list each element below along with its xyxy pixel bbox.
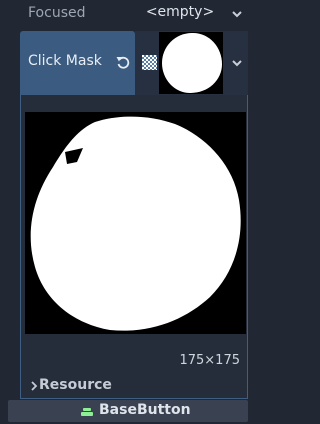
class-section-basebutton[interactable]: BaseButton (8, 400, 248, 422)
bitmap-preview (25, 112, 246, 334)
click-mask-thumbnail[interactable] (159, 32, 223, 94)
focused-resource-picker[interactable]: <empty> (140, 4, 220, 20)
bitmap-resource-editor: 175×175 Resource (20, 95, 248, 399)
resource-section-label: Resource (39, 377, 112, 393)
basebutton-icon (81, 408, 93, 416)
property-label-focused: Focused (28, 5, 86, 21)
chevron-down-icon[interactable] (231, 57, 243, 69)
inspector-panel: Focused <empty> Click Mask 175×175 Resou… (0, 0, 263, 424)
property-row-focused: Focused <empty> (0, 0, 263, 28)
bitmap-icon (142, 55, 157, 70)
revert-icon[interactable] (115, 54, 131, 70)
click-mask-label: Click Mask (28, 53, 102, 69)
property-label-click-mask[interactable]: Click Mask (20, 31, 135, 95)
class-section-label: BaseButton (99, 402, 191, 418)
chevron-down-icon[interactable] (231, 8, 243, 20)
thumbnail-mask-shape (162, 33, 222, 93)
bitmap-mask-shape (30, 116, 241, 331)
resource-section-toggle[interactable]: Resource (21, 375, 247, 397)
bitmap-size-text: 175×175 (179, 353, 240, 368)
chevron-right-icon (31, 381, 38, 391)
